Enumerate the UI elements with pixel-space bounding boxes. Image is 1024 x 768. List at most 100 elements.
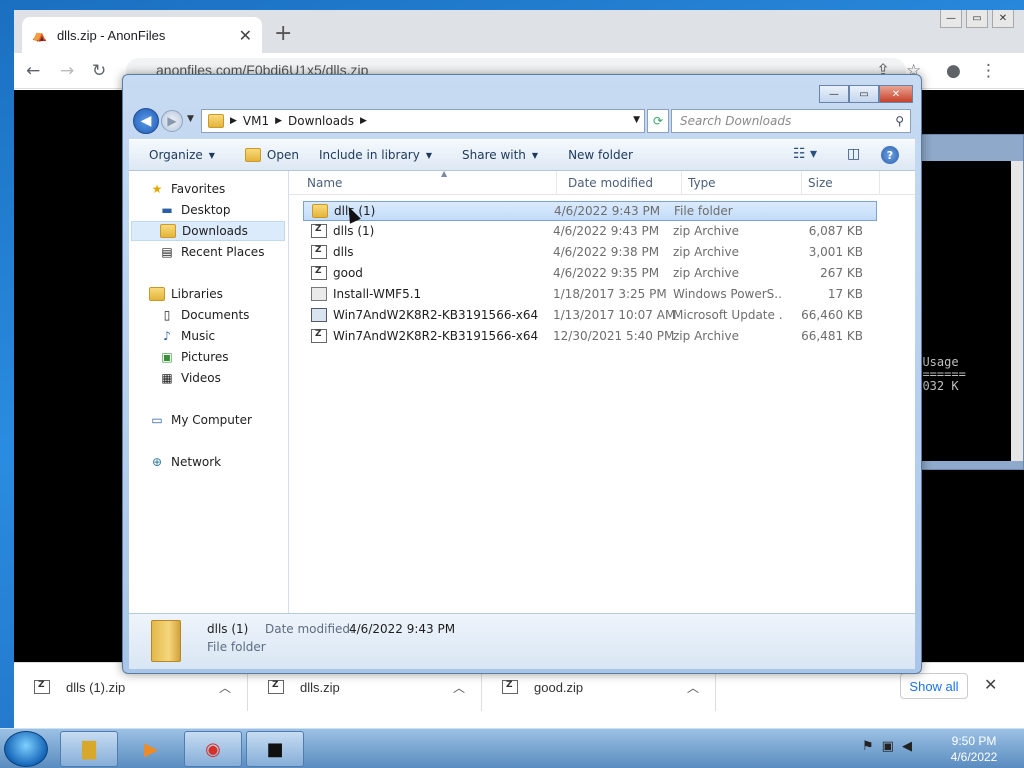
share-label: Share with (462, 148, 526, 162)
explorer-minimize-button[interactable]: — (819, 85, 849, 103)
file-row[interactable]: dlls (1) 4/6/2022 9:43 PM File folder (303, 201, 877, 221)
close-icon[interactable]: ✕ (984, 675, 997, 694)
chevron-right-icon[interactable]: ▶ (275, 116, 282, 126)
nav-downloads[interactable]: Downloads (131, 221, 285, 241)
zip-file-icon (311, 329, 327, 343)
network-tray-icon[interactable]: ▣ (882, 739, 902, 754)
taskbar-media-player[interactable]: ▶ (122, 731, 180, 767)
taskbar-explorer[interactable]: ▇ (60, 731, 118, 767)
breadcrumb-vm1[interactable]: VM1 (243, 114, 269, 128)
forward-button[interactable]: ▶ (161, 110, 183, 132)
explorer-address-bar[interactable]: ▶ VM1 ▶ Downloads ▶ ▼ (201, 109, 645, 133)
forward-arrow-icon[interactable]: → (60, 61, 74, 81)
network-icon: ⊕ (151, 455, 163, 469)
file-size: 17 KB (827, 287, 863, 301)
back-arrow-icon[interactable]: ← (26, 61, 40, 81)
open-button[interactable]: Open (244, 148, 299, 162)
nav-my-computer[interactable]: ▭ My Computer (149, 410, 252, 430)
action-center-flag-icon[interactable]: ⚑ (862, 739, 882, 754)
download-name: dlls (1).zip (66, 679, 126, 695)
nav-desktop[interactable]: ▬ Desktop (159, 200, 231, 220)
chevron-right-icon[interactable]: ▶ (230, 116, 237, 126)
address-dropdown-icon[interactable]: ▼ (633, 115, 640, 125)
nav-label: Desktop (181, 203, 231, 217)
pictures-icon: ▣ (161, 350, 173, 364)
system-clock[interactable]: 9:50 PM 4/6/2022 (944, 733, 1004, 765)
help-button[interactable]: ? (881, 146, 899, 164)
tab-strip: ⛺ dlls.zip - AnonFiles ✕ + — ▭ ✕ (14, 10, 1024, 53)
tab-close-icon[interactable]: ✕ (239, 26, 252, 45)
search-icon[interactable]: ⚲ (895, 114, 904, 128)
column-label: Type (688, 176, 716, 190)
cmd-scrollbar[interactable] (1011, 161, 1023, 461)
new-tab-button[interactable]: + (274, 22, 292, 46)
view-options-icon[interactable]: ☷ ▾ (793, 146, 817, 162)
recent-pages-dropdown-icon[interactable]: ▼ (187, 114, 194, 124)
chrome-menu-icon[interactable]: ⋮ (980, 61, 997, 81)
file-name: dlls (1) (333, 224, 375, 238)
browser-maximize-button[interactable]: ▭ (966, 10, 988, 28)
browser-tab[interactable]: ⛺ dlls.zip - AnonFiles ✕ (22, 17, 262, 53)
column-type[interactable]: Type (682, 171, 802, 195)
chevron-right-icon[interactable]: ▶ (360, 116, 367, 126)
file-date: 4/6/2022 9:35 PM (553, 266, 660, 280)
nav-libraries[interactable]: Libraries (149, 284, 223, 304)
chevron-up-icon[interactable]: ︿ (687, 679, 699, 696)
preview-pane-icon[interactable]: ◫ (847, 146, 860, 162)
folder-icon (151, 620, 181, 662)
nav-music[interactable]: ♪ Music (159, 326, 215, 346)
volume-icon[interactable]: ◀ (902, 739, 920, 754)
file-row[interactable]: dlls 4/6/2022 9:38 PM zip Archive 3,001 … (303, 243, 877, 263)
folder-icon: ▇ (82, 738, 96, 760)
explorer-maximize-button[interactable]: ▭ (849, 85, 879, 103)
organize-button[interactable]: Organize ▼ (149, 148, 215, 162)
nav-videos[interactable]: ▦ Videos (159, 368, 221, 388)
file-type: zip Archive (673, 224, 739, 238)
include-in-library-button[interactable]: Include in library ▼ (319, 148, 432, 162)
sort-ascending-icon: ▲ (441, 169, 448, 178)
refresh-button[interactable]: ⟳ (647, 109, 669, 133)
nav-network[interactable]: ⊕ Network (149, 452, 221, 472)
file-row[interactable]: Win7AndW2K8R2-KB3191566-x64 12/30/2021 5… (303, 327, 877, 347)
breadcrumb-downloads[interactable]: Downloads (288, 114, 354, 128)
file-size: 66,481 KB (801, 329, 863, 343)
taskbar-chrome[interactable]: ◉ (184, 731, 242, 767)
libraries-icon (149, 287, 165, 301)
command-prompt-icon: ■ (266, 738, 284, 760)
details-type: File folder (207, 640, 266, 654)
file-row[interactable]: Win7AndW2K8R2-KB3191566-x64 1/13/2017 10… (303, 306, 877, 326)
cmd-window[interactable] (920, 134, 1024, 470)
file-name: Install-WMF5.1 (333, 287, 422, 301)
include-label: Include in library (318, 148, 420, 162)
browser-minimize-button[interactable]: — (940, 10, 962, 28)
search-input[interactable]: Search Downloads ⚲ (671, 109, 911, 133)
browser-close-button[interactable]: ✕ (992, 10, 1014, 28)
back-button[interactable]: ◀ (133, 108, 159, 134)
nav-pictures[interactable]: ▣ Pictures (159, 347, 228, 367)
nav-documents[interactable]: ▯ Documents (159, 305, 250, 325)
profile-avatar-icon[interactable]: ● (946, 61, 961, 81)
nav-favorites[interactable]: ★ Favorites (149, 179, 226, 199)
file-row[interactable]: dlls (1) 4/6/2022 9:43 PM zip Archive 6,… (303, 222, 877, 242)
column-date-modified[interactable]: Date modified (562, 171, 682, 195)
show-all-button[interactable]: Show all (900, 673, 968, 699)
file-row[interactable]: Install-WMF5.1 1/18/2017 3:25 PM Windows… (303, 285, 877, 305)
column-name[interactable]: Name ▲ (301, 169, 557, 195)
reload-icon[interactable]: ↻ (92, 61, 106, 81)
zip-file-icon (311, 224, 327, 238)
taskbar-cmd[interactable]: ■ (246, 731, 304, 767)
help-icon: ? (881, 146, 899, 164)
new-folder-button[interactable]: New folder (568, 148, 633, 162)
column-size[interactable]: Size (802, 171, 880, 195)
file-date: 4/6/2022 9:43 PM (554, 204, 661, 218)
share-with-button[interactable]: Share with ▼ (462, 148, 538, 162)
start-button[interactable] (4, 731, 48, 767)
file-row[interactable]: good 4/6/2022 9:35 PM zip Archive 267 KB (303, 264, 877, 284)
explorer-close-button[interactable]: ✕ (879, 85, 913, 103)
file-name-cell: dlls (311, 245, 561, 259)
nav-recent-places[interactable]: ▤ Recent Places (159, 242, 264, 262)
chevron-up-icon[interactable]: ︿ (453, 679, 465, 696)
details-date-label: Date modified: (265, 622, 355, 636)
chevron-up-icon[interactable]: ︿ (219, 679, 231, 696)
star-icon: ★ (151, 182, 163, 196)
